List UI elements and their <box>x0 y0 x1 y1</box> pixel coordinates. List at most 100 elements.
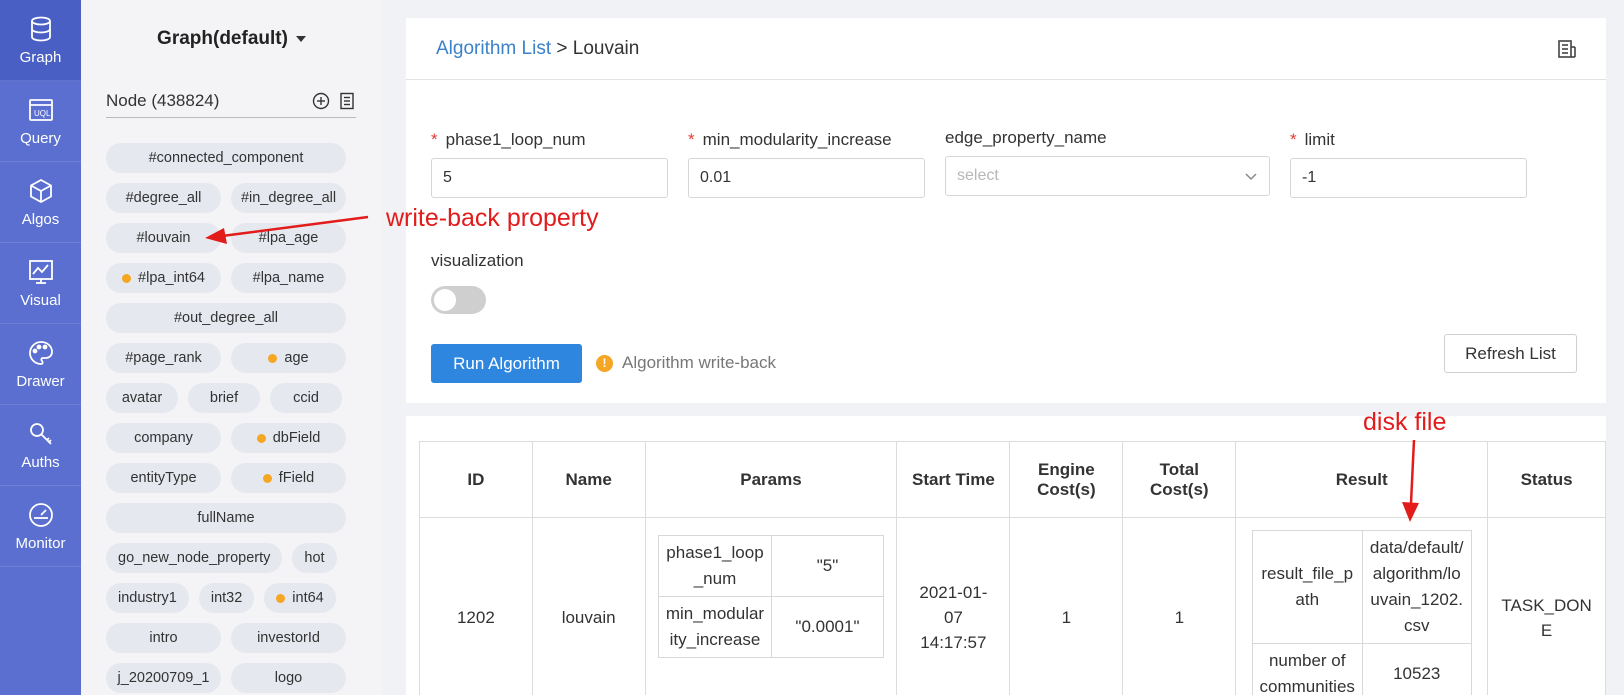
cell-status: TASK_DONE <box>1487 517 1606 695</box>
param-key: min_modularity_increase <box>657 596 772 658</box>
node-header: Node (438824) <box>106 84 356 118</box>
property-tag[interactable]: logo <box>231 663 346 693</box>
param-key: phase1_loop_num <box>657 535 772 597</box>
header-engine-cost: Engine Cost(s) <box>1009 441 1124 518</box>
indexed-dot-icon <box>262 473 272 483</box>
property-tag-label: fField <box>278 470 315 486</box>
property-tag[interactable]: age <box>231 343 346 373</box>
svg-text:UQL: UQL <box>34 109 51 118</box>
property-tag-label: brief <box>209 390 239 406</box>
limit-input[interactable]: -1 <box>1290 158 1527 198</box>
document-icon[interactable] <box>338 92 356 110</box>
cube-icon <box>29 178 52 203</box>
run-algorithm-button[interactable]: Run Algorithm <box>431 344 582 383</box>
write-back-annotation: write-back property <box>386 204 599 232</box>
nav-drawer[interactable]: Drawer <box>0 324 81 405</box>
property-tag[interactable]: investorId <box>231 623 346 653</box>
property-tag[interactable]: company <box>106 423 221 453</box>
min-modularity-increase-input[interactable]: 0.01 <box>688 158 925 198</box>
property-tag[interactable]: intro <box>106 623 221 653</box>
param-row: min_modularity_increase "0.0001" <box>657 596 884 658</box>
nav-monitor[interactable]: Monitor <box>0 486 81 567</box>
property-tag[interactable]: int32 <box>198 583 255 613</box>
property-tag[interactable]: #page_rank <box>106 343 221 373</box>
disk-file-annotation: disk file <box>1363 408 1447 436</box>
property-tag[interactable]: brief <box>188 383 260 413</box>
property-tag[interactable]: hot <box>292 543 337 573</box>
property-tag-label: #connected_component <box>148 150 304 166</box>
min-modularity-increase-label: min_modularity_increase <box>702 130 892 149</box>
cell-engine-cost: 1 <box>1009 517 1124 695</box>
breadcrumb-algorithm-list[interactable]: Algorithm List <box>436 38 551 59</box>
property-tag-label: #degree_all <box>125 190 202 206</box>
property-tag[interactable]: #in_degree_all <box>231 183 346 213</box>
nav-graph[interactable]: Graph <box>0 0 81 81</box>
nav-visual-label: Visual <box>20 291 61 309</box>
nav-visual[interactable]: Visual <box>0 243 81 324</box>
edge-property-name-select[interactable]: select <box>945 156 1270 196</box>
property-tag[interactable]: #lpa_age <box>231 223 346 253</box>
write-back-warning-text: Algorithm write-back <box>622 353 776 372</box>
phase1-loop-num-input[interactable]: 5 <box>431 158 668 198</box>
caret-down-icon <box>295 35 306 42</box>
header-total-cost: Total Cost(s) <box>1122 441 1237 518</box>
nav-algos-label: Algos <box>21 210 60 228</box>
document-icon[interactable] <box>1556 38 1578 60</box>
breadcrumb-current: Louvain <box>572 38 640 59</box>
property-tag[interactable]: fField <box>231 463 346 493</box>
property-tag[interactable]: entityType <box>106 463 221 493</box>
property-tag-list: #connected_component #degree_all #in_degre… <box>106 143 356 693</box>
add-circle-icon[interactable] <box>312 92 330 110</box>
property-tag-label: int32 <box>210 590 243 606</box>
limit-field: * limit -1 <box>1290 130 1527 198</box>
property-tag-label: #lpa_int64 <box>138 270 205 286</box>
result-row: result_file_path data/default/algorithm/… <box>1251 530 1472 644</box>
property-tag-label: avatar <box>121 390 163 406</box>
nav-query[interactable]: UQL Query <box>0 81 81 162</box>
property-tag[interactable]: #lpa_int64 <box>106 263 221 293</box>
nav-graph-label: Graph <box>19 48 62 66</box>
property-tag[interactable]: avatar <box>106 383 178 413</box>
breadcrumb-separator: > <box>551 38 573 59</box>
graph-title: Graph(default) <box>157 28 288 49</box>
result-file-path-link[interactable]: data/default/algorithm/louvain_1202.csv <box>1361 530 1472 644</box>
property-tag-label: logo <box>274 670 303 686</box>
toggle-knob <box>434 289 456 311</box>
required-asterisk: * <box>1290 130 1297 149</box>
nav-monitor-label: Monitor <box>15 534 66 552</box>
header-name: Name <box>531 441 646 518</box>
property-tag[interactable]: #connected_component <box>106 143 346 173</box>
indexed-dot-icon <box>122 273 132 283</box>
visualization-toggle[interactable] <box>431 286 486 314</box>
header-result: Result <box>1235 441 1489 518</box>
property-sidebar: Graph(default) Node (438824) #connected_… <box>81 0 382 695</box>
property-tag[interactable]: int64 <box>264 583 336 613</box>
property-tag[interactable]: dbField <box>231 423 346 453</box>
property-tag[interactable]: #degree_all <box>106 183 221 213</box>
property-tag-label: int64 <box>292 590 324 606</box>
visualization-label: visualization <box>431 251 524 270</box>
param-value: "5" <box>770 535 884 597</box>
phase1-loop-num-label: phase1_loop_num <box>445 130 586 149</box>
refresh-list-button[interactable]: Refresh List <box>1444 334 1577 373</box>
property-tag[interactable]: #lpa_name <box>231 263 346 293</box>
nav-algos[interactable]: Algos <box>0 162 81 243</box>
property-tag[interactable]: j_20200709_1 <box>106 663 221 693</box>
property-tag[interactable]: #louvain <box>106 223 221 253</box>
left-nav: Graph UQL Query Algos Visual Drawer Auth… <box>0 0 81 695</box>
property-tag-label: j_20200709_1 <box>117 670 210 686</box>
chart-icon <box>28 259 53 284</box>
graph-selector[interactable]: Graph(default) <box>81 28 382 50</box>
nav-auths[interactable]: Auths <box>0 405 81 486</box>
exclamation-icon: ! <box>596 354 613 372</box>
property-tag[interactable]: fullName <box>106 503 346 533</box>
property-tag[interactable]: go_new_node_property <box>106 543 283 573</box>
nav-query-label: Query <box>20 129 61 147</box>
indexed-dot-icon <box>256 433 266 443</box>
property-tag[interactable]: #out_degree_all <box>106 303 346 333</box>
min-modularity-increase-field: * min_modularity_increase 0.01 <box>688 130 925 198</box>
params-table: phase1_loop_num "5" min_modularity_incre… <box>657 535 884 658</box>
property-tag[interactable]: industry1 <box>106 583 189 613</box>
property-tag-label: industry1 <box>118 590 177 606</box>
property-tag[interactable]: ccid <box>270 383 342 413</box>
